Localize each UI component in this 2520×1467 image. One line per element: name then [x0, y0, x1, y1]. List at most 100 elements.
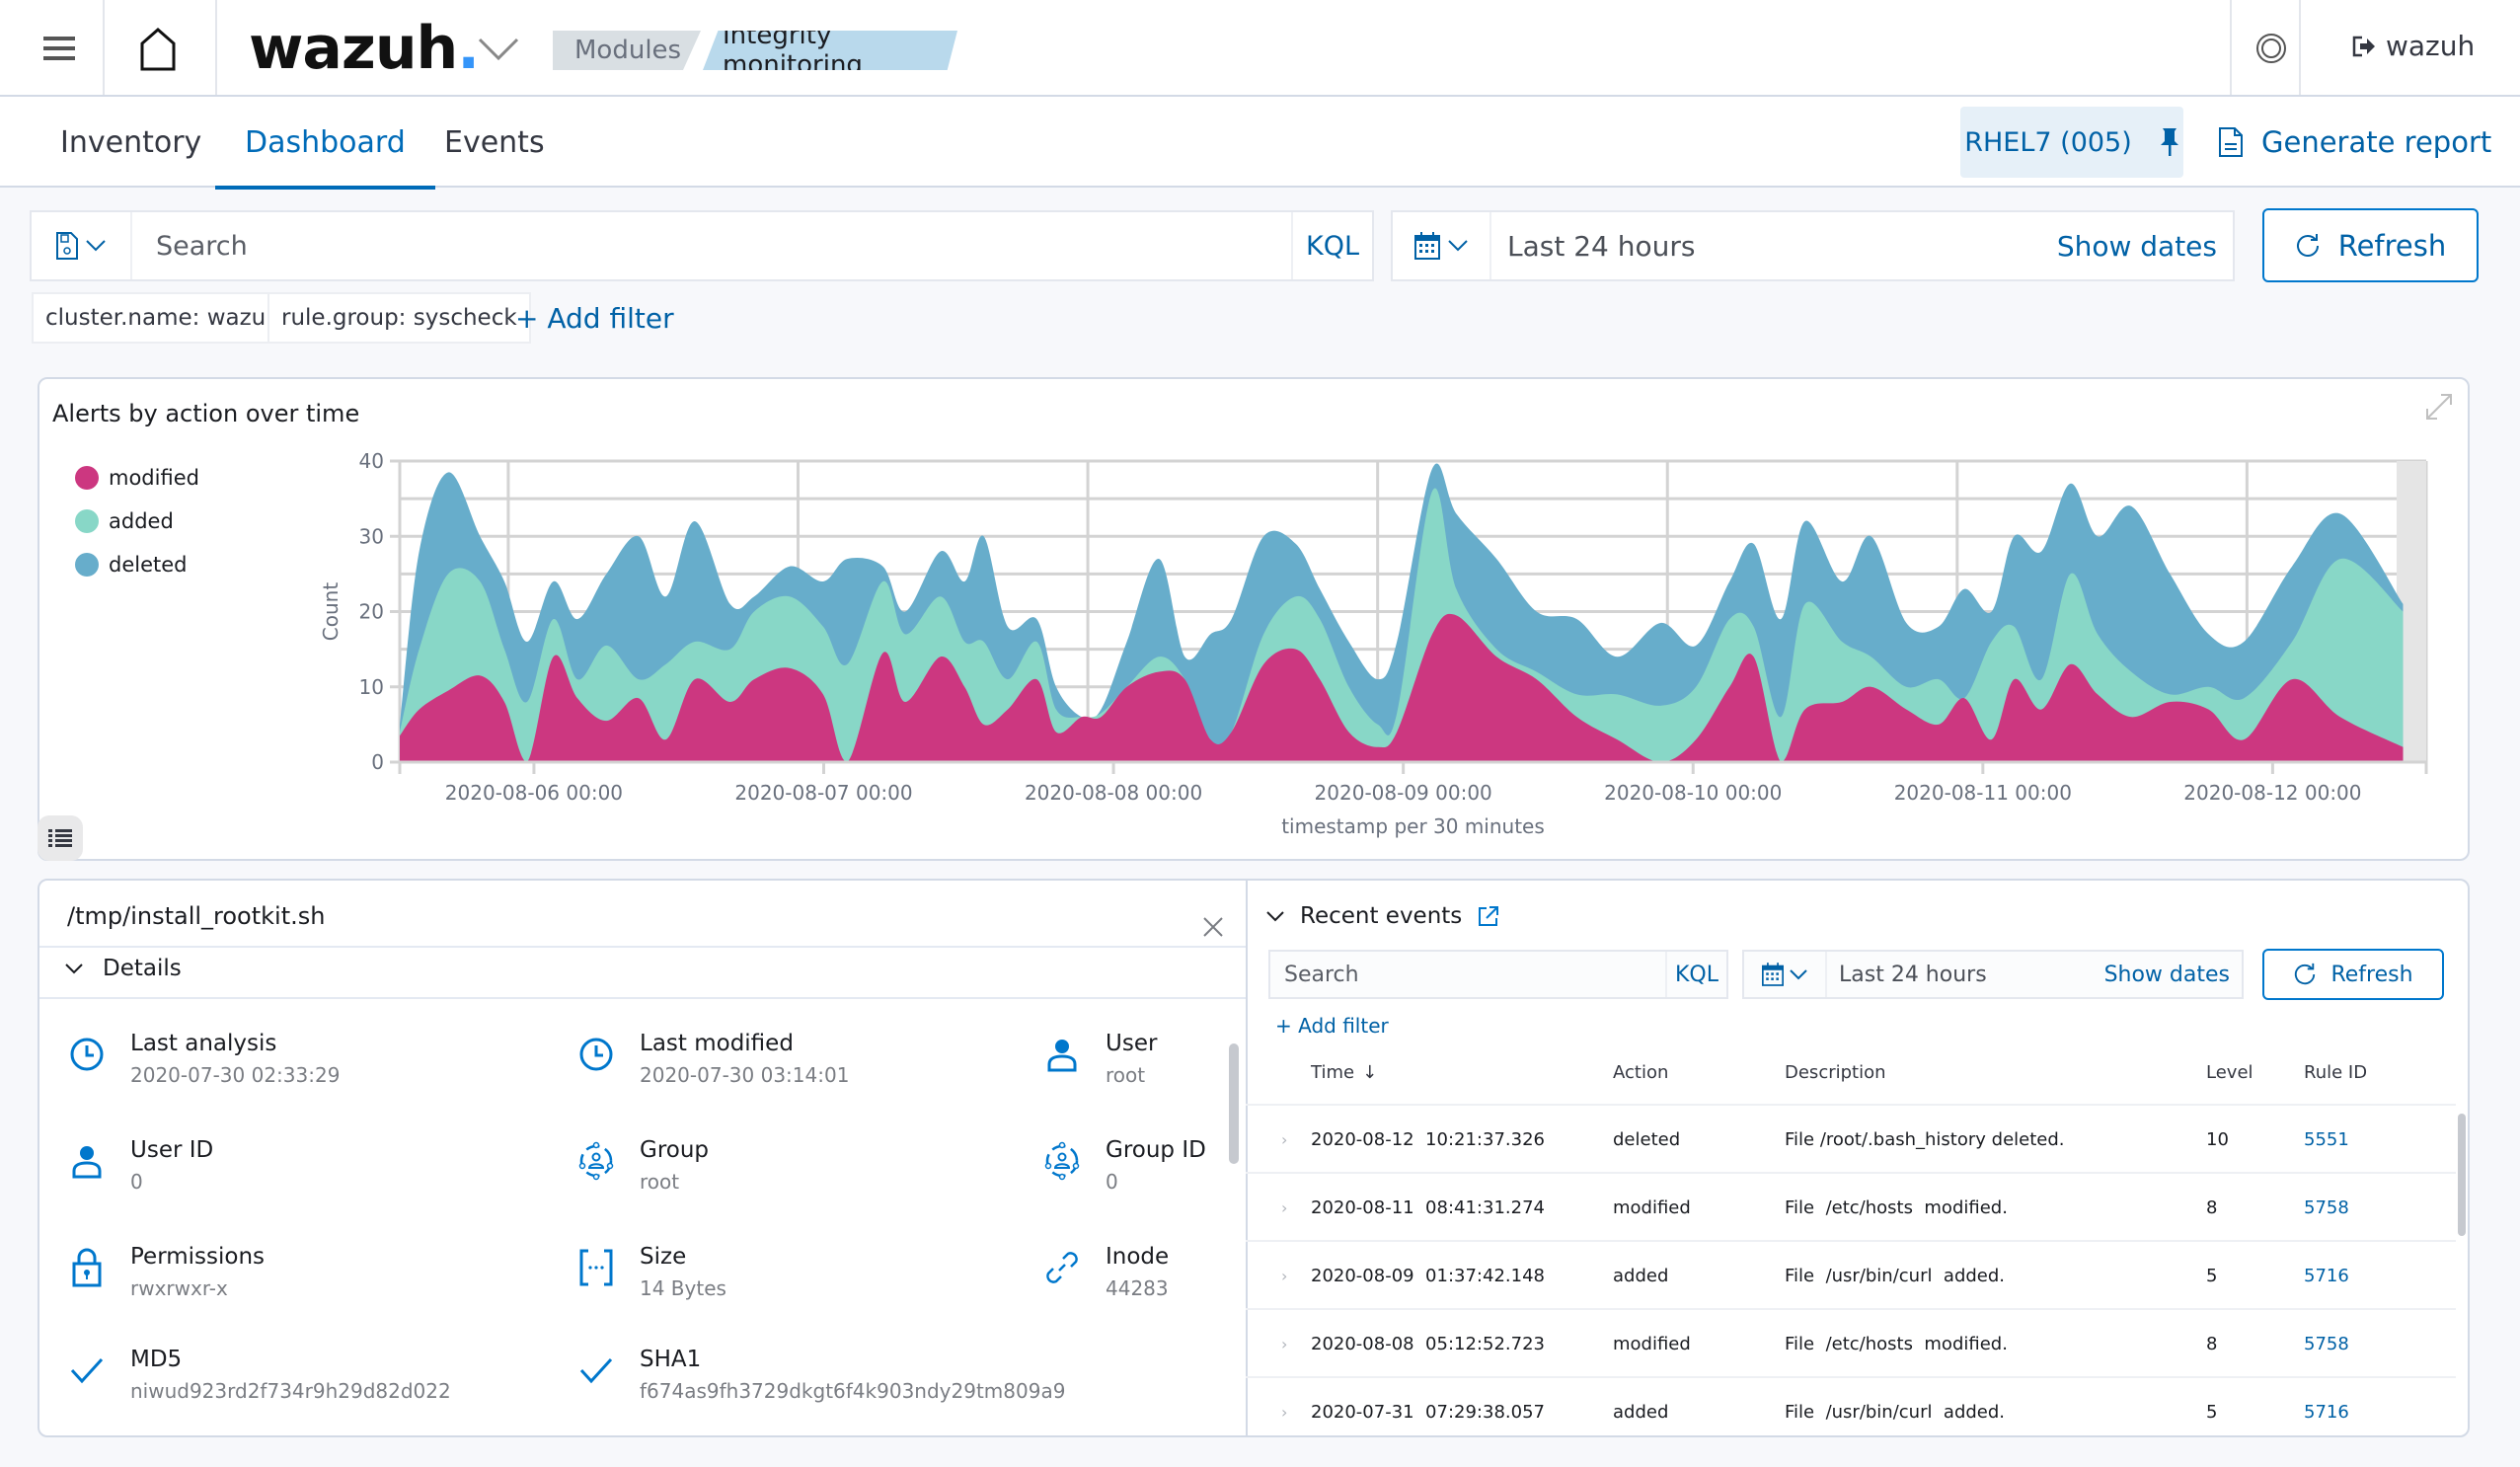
tab-dashboard[interactable]: Dashboard	[215, 97, 435, 190]
list-icon	[48, 829, 72, 847]
close-details-button[interactable]	[1202, 916, 1226, 940]
saved-queries-button[interactable]	[32, 212, 132, 279]
kql-label: KQL	[1675, 962, 1718, 987]
events-scrollbar[interactable]	[2458, 1114, 2466, 1236]
generate-report-button[interactable]: Generate report	[2218, 118, 2491, 166]
filter-pill-cluster[interactable]: cluster.name: wazuh	[32, 292, 294, 344]
detail-label: User	[1106, 1031, 1158, 1056]
tab-events[interactable]: Events	[444, 97, 545, 188]
events-query-bar: KQL	[1268, 950, 1728, 999]
hamburger-icon	[43, 37, 75, 60]
expand-row-icon[interactable]: ›	[1281, 1310, 1287, 1377]
detail-field-sha1: SHA1 f674as9fh3729dkgt6f4k903ndy29tm809a9	[574, 1343, 1065, 1406]
quick-date-menu-button[interactable]	[1393, 212, 1491, 279]
toggle-legend-button[interactable]	[38, 815, 83, 861]
detail-value: 14 Bytes	[640, 1276, 726, 1300]
cell-rule-id[interactable]: 5716	[2304, 1378, 2349, 1445]
close-icon	[1203, 917, 1223, 937]
events-search-input[interactable]	[1270, 952, 1665, 997]
x-tick-label: 2020-08-11 00:00	[1894, 781, 2072, 805]
detail-field-permissions: Permissions rwxrwxr-x	[65, 1240, 265, 1303]
refresh-button[interactable]: Refresh	[2262, 208, 2479, 282]
column-header-level[interactable]: Level	[2206, 1062, 2253, 1083]
app-switcher-dropdown[interactable]	[474, 30, 523, 69]
legend-item-modified[interactable]: modified	[75, 456, 199, 500]
pin-icon[interactable]	[2160, 127, 2179, 157]
tab-inventory[interactable]: Inventory	[60, 97, 201, 188]
save-icon	[56, 232, 78, 260]
legend-item-deleted[interactable]: deleted	[75, 543, 199, 586]
show-dates-link[interactable]: Show dates	[2057, 230, 2233, 263]
cell-rule-id[interactable]: 5716	[2304, 1242, 2349, 1309]
table-row[interactable]: › 2020-07-31 07:29:38.057 added File /usr/b…	[1246, 1376, 2456, 1443]
column-label: Action	[1613, 1062, 1669, 1083]
refresh-icon	[2295, 963, 2316, 985]
sort-descending-icon: ↓	[1362, 1062, 1378, 1083]
detail-label: Group ID	[1106, 1137, 1206, 1163]
expand-row-icon[interactable]: ›	[1281, 1174, 1287, 1241]
detail-label: Last modified	[640, 1031, 794, 1056]
menu-button[interactable]	[30, 24, 89, 73]
file-path-title: /tmp/install_rootkit.sh	[67, 902, 326, 930]
breadcrumb-integrity-monitoring[interactable]: Integrity monitoring	[703, 31, 957, 70]
detail-label: Permissions	[130, 1244, 266, 1270]
legend-swatch-added	[75, 509, 99, 533]
home-icon	[140, 28, 176, 71]
recent-events-header[interactable]: Recent events	[1266, 903, 1499, 929]
kql-toggle[interactable]: KQL	[1291, 212, 1372, 279]
logo-text: wazuh	[249, 14, 458, 83]
events-time-range[interactable]: Last 24 hours	[1827, 963, 2104, 987]
legend-item-added[interactable]: added	[75, 500, 199, 543]
detail-value: f674as9fh3729dkgt6f4k903ndy29tm809a9	[640, 1379, 1066, 1403]
filter-pill-rule-group[interactable]: rule.group: syscheck	[267, 292, 531, 344]
table-row[interactable]: › 2020-08-11 08:41:31.274 modified File /et…	[1246, 1172, 2456, 1239]
column-header-rule-id[interactable]: Rule ID	[2304, 1062, 2367, 1083]
x-tick-label: 2020-08-06 00:00	[445, 781, 623, 805]
user-menu[interactable]: wazuh	[2352, 30, 2475, 62]
breadcrumb-modules[interactable]: Modules	[553, 31, 701, 70]
cell-time: 2020-08-08 05:12:52.723	[1311, 1333, 1545, 1354]
cell-level: 8	[2206, 1333, 2218, 1354]
cell-action: modified	[1613, 1197, 1691, 1218]
column-header-description[interactable]: Description	[1785, 1062, 1886, 1083]
cell-level: 5	[2206, 1265, 2218, 1286]
external-link-icon[interactable]	[1478, 905, 1499, 927]
table-row[interactable]: › 2020-08-09 01:37:42.148 added File /usr/b…	[1246, 1240, 2456, 1307]
expand-row-icon[interactable]: ›	[1281, 1242, 1287, 1309]
search-input[interactable]	[132, 212, 1291, 279]
user-icon	[65, 1139, 109, 1183]
table-row[interactable]: › 2020-08-08 05:12:52.723 modified File /et…	[1246, 1308, 2456, 1375]
events-refresh-button[interactable]: Refresh	[2262, 949, 2444, 1000]
events-add-filter[interactable]: + Add filter	[1275, 1014, 1389, 1038]
cell-description: File /root/.bash_history deleted.	[1785, 1128, 2065, 1150]
detail-label: Inode	[1106, 1244, 1170, 1270]
home-button[interactable]	[123, 20, 192, 79]
expand-row-icon[interactable]: ›	[1281, 1106, 1287, 1173]
refresh-label: Refresh	[2330, 962, 2413, 987]
details-accordion-toggle[interactable]: Details	[65, 956, 182, 981]
fullscreen-button[interactable]	[2423, 391, 2455, 423]
time-range-label[interactable]: Last 24 hours	[1491, 230, 2057, 263]
legend-label: modified	[109, 466, 199, 490]
cell-rule-id[interactable]: 5758	[2304, 1174, 2349, 1241]
selected-agent-button[interactable]: RHEL7 (005)	[1960, 107, 2183, 178]
help-button[interactable]	[2251, 28, 2292, 69]
table-row[interactable]: › 2020-08-12 10:21:37.326 deleted File /roo…	[1246, 1104, 2456, 1171]
column-label: Rule ID	[2304, 1062, 2368, 1083]
divider	[39, 946, 1246, 948]
wazuh-logo[interactable]: wazuh.	[249, 14, 480, 83]
expand-row-icon[interactable]: ›	[1281, 1378, 1287, 1445]
events-quick-date-button[interactable]	[1744, 952, 1827, 997]
expand-icon	[2426, 394, 2452, 420]
cell-rule-id[interactable]: 5758	[2304, 1310, 2349, 1377]
events-kql-toggle[interactable]: KQL	[1665, 952, 1726, 997]
y-tick-label: 10	[359, 675, 384, 699]
details-scrollbar[interactable]	[1229, 1043, 1239, 1164]
column-header-time[interactable]: Time ↓	[1311, 1062, 1377, 1083]
add-filter-button[interactable]: + Add filter	[515, 296, 674, 340]
cell-action: modified	[1613, 1333, 1691, 1354]
events-show-dates[interactable]: Show dates	[2104, 963, 2242, 987]
column-header-action[interactable]: Action	[1613, 1062, 1668, 1083]
cell-rule-id[interactable]: 5551	[2304, 1106, 2349, 1173]
filter-pill-label: cluster.name: wazuh	[45, 305, 280, 331]
